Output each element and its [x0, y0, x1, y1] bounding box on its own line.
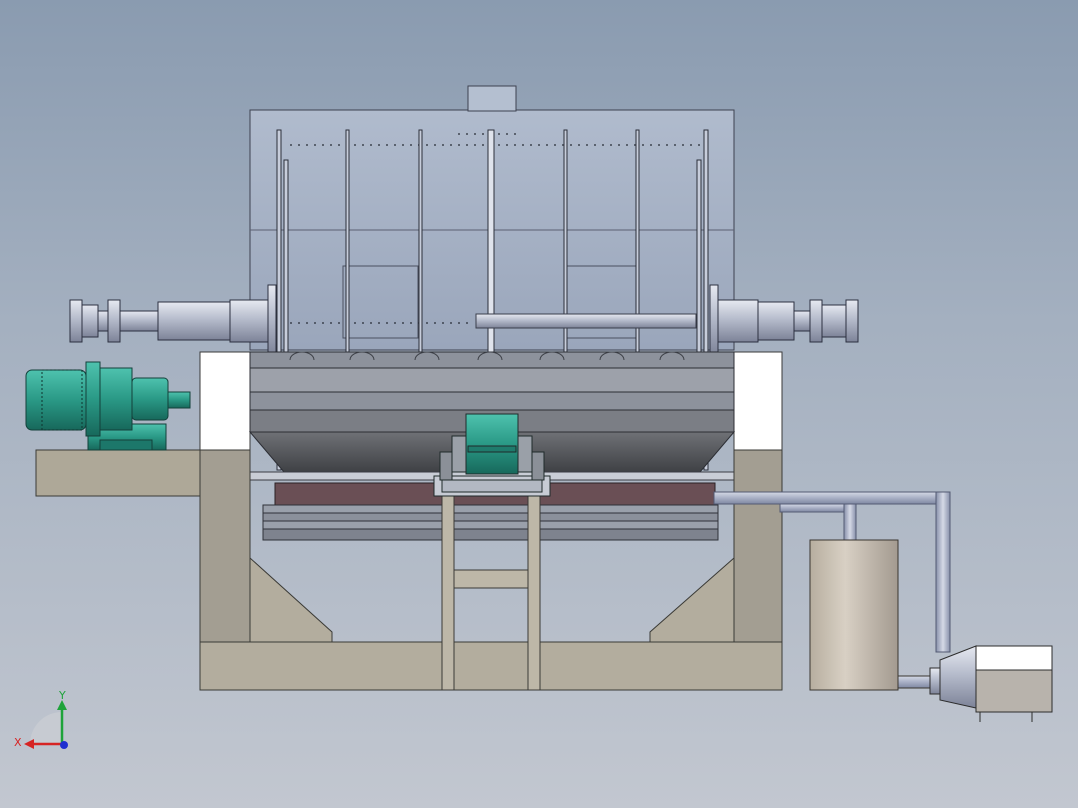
top-hatch	[467, 85, 517, 112]
x-axis-label: X	[14, 736, 22, 749]
frame-cap-right	[733, 351, 783, 451]
machine-drawing: Y X	[14, 85, 1053, 749]
z-axis-dot	[60, 741, 68, 749]
agitator-rod	[475, 313, 697, 329]
grate-plates	[262, 504, 719, 541]
vacuum-pump	[929, 645, 1053, 722]
cad-viewport[interactable]: Y X	[0, 0, 1078, 808]
y-axis-label: Y	[58, 689, 66, 702]
coordinate-triad: Y X	[14, 689, 68, 749]
main-shaft-left	[69, 284, 277, 356]
motor-platform	[35, 449, 201, 497]
frame-cap-left	[199, 351, 251, 451]
drive-motor	[25, 361, 191, 451]
collection-tank	[809, 539, 935, 691]
